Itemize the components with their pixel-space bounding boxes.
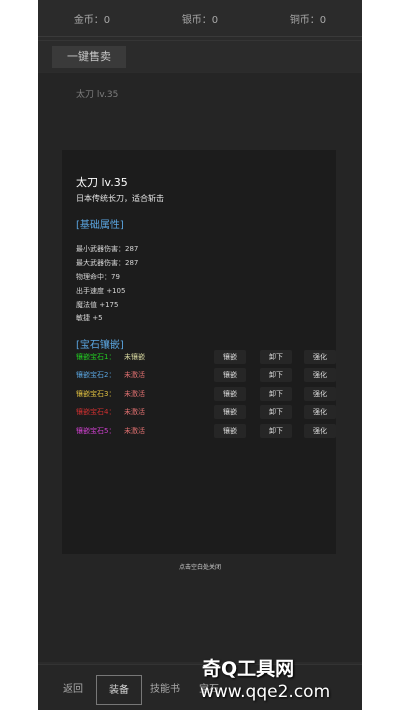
gem-slot-label: 镶嵌宝石5： xyxy=(76,427,116,435)
close-hint: 点击空白处关闭 xyxy=(178,564,221,571)
gem-slot-status: 未激活 xyxy=(124,427,145,435)
gem-slot-row: 镶嵌宝石1： 未镶嵌 镶嵌 卸下 强化 xyxy=(76,350,336,364)
enhance-button[interactable]: 强化 xyxy=(304,405,336,419)
sell-all-button[interactable]: 一键售卖 xyxy=(52,46,126,68)
inlay-button[interactable]: 镶嵌 xyxy=(214,387,246,401)
gem-slot-label: 镶嵌宝石1： xyxy=(76,353,116,361)
inlay-button[interactable]: 镶嵌 xyxy=(214,350,246,364)
game-screen: 金币：0 银币：0 铜币：0 一键售卖 太刀 lv.35 太刀 lv.35 日本… xyxy=(38,0,362,710)
gem-slot-status: 未激活 xyxy=(124,390,145,398)
gem-slot-status: 未激活 xyxy=(124,408,145,416)
enhance-button[interactable]: 强化 xyxy=(304,387,336,401)
gem-slot-row: 镶嵌宝石2： 未激活 镶嵌 卸下 强化 xyxy=(76,368,336,382)
gem-slot-label: 镶嵌宝石2： xyxy=(76,371,116,379)
remove-button[interactable]: 卸下 xyxy=(260,350,292,364)
weapon-title: 太刀 lv.35 xyxy=(76,176,128,189)
remove-button[interactable]: 卸下 xyxy=(260,405,292,419)
remove-button[interactable]: 卸下 xyxy=(260,368,292,382)
watermark-title: 奇Q工具网 xyxy=(202,658,295,680)
weapon-detail-panel: 太刀 lv.35 日本传统长刀，适合斩击 [基础属性] 最小武器伤害：287 最… xyxy=(62,150,336,554)
gem-slot-label: 镶嵌宝石4： xyxy=(76,408,116,416)
remove-button[interactable]: 卸下 xyxy=(260,424,292,438)
weapon-description: 日本传统长刀，适合斩击 xyxy=(76,194,164,203)
gem-slot-label: 镶嵌宝石3： xyxy=(76,390,116,398)
gem-slot-status: 未镶嵌 xyxy=(124,353,145,361)
divider xyxy=(38,40,362,41)
gem-slot-row: 镶嵌宝石3： 未激活 镶嵌 卸下 强化 xyxy=(76,387,336,401)
gem-slot-status: 未激活 xyxy=(124,371,145,379)
copper-counter: 铜币：0 xyxy=(289,14,327,26)
stat-max-damage: 最大武器伤害：287 xyxy=(76,259,139,267)
gem-slot-row: 镶嵌宝石5： 未激活 镶嵌 卸下 强化 xyxy=(76,424,336,438)
tab-equipment[interactable]: 装备 xyxy=(96,675,142,705)
silver-counter: 银币：0 xyxy=(181,14,219,26)
tab-back[interactable]: 返回 xyxy=(52,675,94,705)
inlay-button[interactable]: 镶嵌 xyxy=(214,405,246,419)
remove-button[interactable]: 卸下 xyxy=(260,387,292,401)
inlay-button[interactable]: 镶嵌 xyxy=(214,424,246,438)
inlay-button[interactable]: 镶嵌 xyxy=(214,368,246,382)
gem-inlay-header: [宝石镶嵌] xyxy=(76,340,124,351)
stat-physical-hit: 物理命中：79 xyxy=(76,273,120,281)
enhance-button[interactable]: 强化 xyxy=(304,368,336,382)
stat-attack-speed: 出手速度 +105 xyxy=(76,287,126,295)
stat-min-damage: 最小武器伤害：287 xyxy=(76,245,139,253)
gold-counter: 金币：0 xyxy=(73,14,111,26)
watermark-url: www.qqe2.com xyxy=(200,682,331,702)
gem-slot-row: 镶嵌宝石4： 未激活 镶嵌 卸下 强化 xyxy=(76,405,336,419)
currency-bar: 金币：0 银币：0 铜币：0 xyxy=(38,0,362,37)
enhance-button[interactable]: 强化 xyxy=(304,424,336,438)
enhance-button[interactable]: 强化 xyxy=(304,350,336,364)
stat-mana: 魔法值 +175 xyxy=(76,301,119,309)
stat-agility: 敏捷 +5 xyxy=(76,314,103,322)
tab-skill-book[interactable]: 技能书 xyxy=(144,675,186,705)
basic-attributes-header: [基础属性] xyxy=(76,220,124,231)
